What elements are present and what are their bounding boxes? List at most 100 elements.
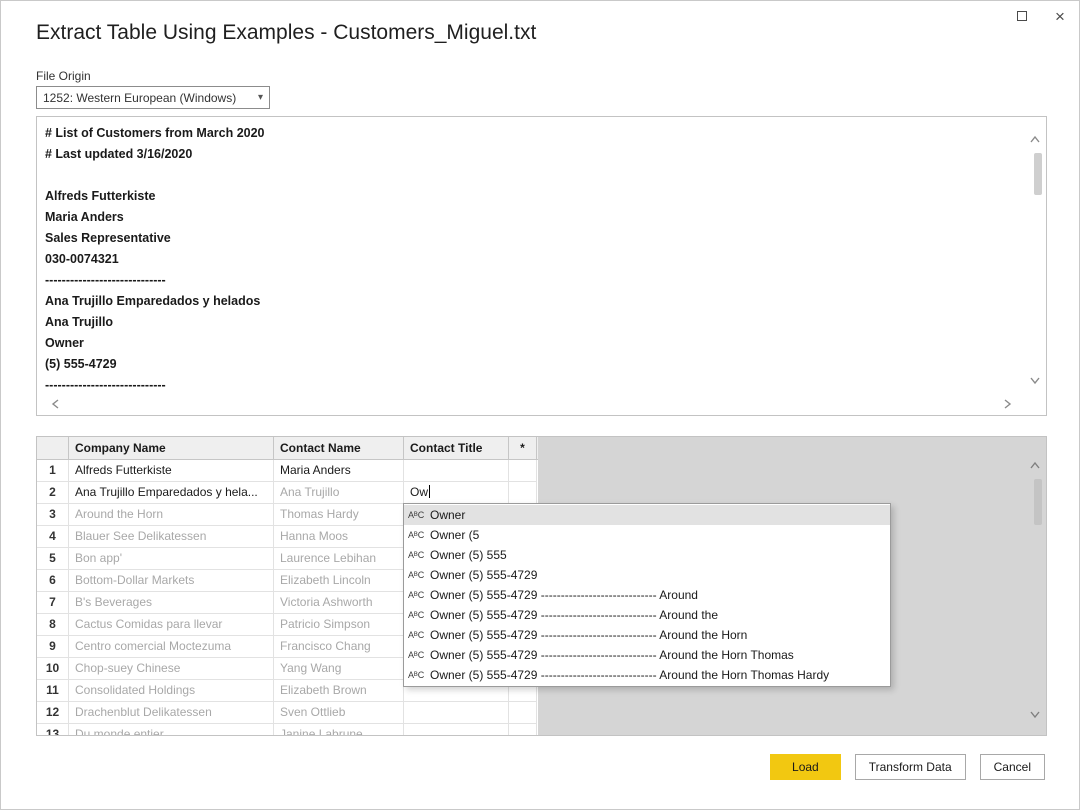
contact-name-cell[interactable]: Victoria Ashworth [274,592,404,614]
file-origin-dropdown[interactable]: 1252: Western European (Windows) ▾ [36,86,270,109]
file-origin-label: File Origin [36,69,91,83]
suggestion-item[interactable]: AᴮCOwner (5) 555-4729 ------------------… [404,625,890,645]
scroll-right-icon[interactable] [1000,397,1014,411]
company-name-cell[interactable]: Alfreds Futterkiste [69,460,274,482]
contact-name-cell[interactable]: Elizabeth Lincoln [274,570,404,592]
scroll-down-icon[interactable] [1028,707,1042,721]
row-number: 3 [37,504,69,526]
company-name-cell[interactable]: Drachenblut Delikatessen [69,702,274,724]
suggestion-item[interactable]: AᴮCOwner (5) 555-4729 ------------------… [404,605,890,625]
contact-name-cell[interactable]: Hanna Moos [274,526,404,548]
suggestion-label: Owner (5) 555-4729 ---------------------… [430,628,747,642]
scroll-up-icon[interactable] [1028,459,1042,473]
suggestion-item[interactable]: AᴮCOwner (5) 555-4729 [404,565,890,585]
company-name-cell[interactable]: Bottom-Dollar Markets [69,570,274,592]
transform-data-button[interactable]: Transform Data [855,754,966,780]
suggestions-popup: AᴮCOwnerAᴮCOwner (5AᴮCOwner (5) 555AᴮCOw… [403,503,891,687]
abc-text-type-icon: AᴮC [408,610,430,620]
suggestion-item[interactable]: AᴮCOwner (5) 555-4729 ------------------… [404,585,890,605]
preview-line: Ana Trujillo Emparedados y helados [45,291,1022,312]
window-controls: × [1011,5,1071,27]
column-header-contact-name[interactable]: Contact Name [274,437,404,459]
text-caret [429,485,430,498]
preview-line: ----------------------------- [45,375,1022,393]
contact-name-cell[interactable]: Patricio Simpson [274,614,404,636]
suggestion-label: Owner (5) 555-4729 ---------------------… [430,608,718,622]
preview-line: Maria Anders [45,207,1022,228]
dialog-title: Extract Table Using Examples - Customers… [36,21,536,45]
row-number: 7 [37,592,69,614]
company-name-cell[interactable]: Cactus Comidas para llevar [69,614,274,636]
load-button[interactable]: Load [770,754,841,780]
scroll-up-icon[interactable] [1028,133,1042,147]
company-name-cell[interactable]: Blauer See Delikatessen [69,526,274,548]
preview-line: Ana Trujillo [45,312,1022,333]
add-column-cell[interactable] [509,482,537,504]
company-name-cell[interactable]: Ana Trujillo Emparedados y hela... [69,482,274,504]
row-number: 12 [37,702,69,724]
column-header-company-name[interactable]: Company Name [69,437,274,459]
abc-text-type-icon: AᴮC [408,590,430,600]
add-column-cell[interactable] [509,460,537,482]
preview-line: # List of Customers from March 2020 [45,123,1022,144]
scroll-left-icon[interactable] [49,397,63,411]
company-name-cell[interactable]: Consolidated Holdings [69,680,274,702]
contact-title-cell[interactable] [404,724,509,736]
row-number-header [37,437,69,459]
contact-name-cell[interactable]: Janine Labrune [274,724,404,736]
suggestion-label: Owner (5) 555-4729 [430,568,537,582]
close-button[interactable]: × [1049,5,1071,27]
abc-text-type-icon: AᴮC [408,530,430,540]
contact-name-cell[interactable]: Yang Wang [274,658,404,680]
suggestion-label: Owner (5 [430,528,479,542]
table-row: 12Drachenblut DelikatessenSven Ottlieb [37,702,538,724]
contact-title-cell[interactable] [404,702,509,724]
company-name-cell[interactable]: Around the Horn [69,504,274,526]
row-number: 11 [37,680,69,702]
abc-text-type-icon: AᴮC [408,570,430,580]
abc-text-type-icon: AᴮC [408,650,430,660]
suggestion-item[interactable]: AᴮCOwner (5) 555 [404,545,890,565]
suggestion-item[interactable]: AᴮCOwner (5) 555-4729 ------------------… [404,665,890,685]
suggestion-item[interactable]: AᴮCOwner (5) 555-4729 ------------------… [404,645,890,665]
abc-text-type-icon: AᴮC [408,510,430,520]
maximize-button[interactable] [1011,5,1033,27]
company-name-cell[interactable]: Chop-suey Chinese [69,658,274,680]
contact-name-cell[interactable]: Maria Anders [274,460,404,482]
preview-line: 030-0074321 [45,249,1022,270]
row-number: 6 [37,570,69,592]
preview-line: Alfreds Futterkiste [45,186,1022,207]
add-column-cell[interactable] [509,702,537,724]
contact-name-cell[interactable]: Elizabeth Brown [274,680,404,702]
abc-text-type-icon: AᴮC [408,670,430,680]
company-name-cell[interactable]: Bon app' [69,548,274,570]
contact-name-cell[interactable]: Ana Trujillo [274,482,404,504]
maximize-icon [1017,11,1027,21]
suggestion-item[interactable]: AᴮCOwner (5 [404,525,890,545]
row-number: 5 [37,548,69,570]
table-row: 13Du monde entier...Janine Labrune [37,724,538,736]
table-row: 2Ana Trujillo Emparedados y hela...Ana T… [37,482,538,504]
column-header-contact-title[interactable]: Contact Title [404,437,509,459]
contact-name-cell[interactable]: Francisco Chang [274,636,404,658]
row-number: 1 [37,460,69,482]
contact-name-cell[interactable]: Laurence Lebihan [274,548,404,570]
cancel-button[interactable]: Cancel [980,754,1045,780]
vertical-scrollbar-thumb[interactable] [1034,479,1042,525]
company-name-cell[interactable]: B's Beverages [69,592,274,614]
suggestion-label: Owner (5) 555-4729 ---------------------… [430,588,698,602]
company-name-cell[interactable]: Centro comercial Moctezuma [69,636,274,658]
vertical-scrollbar-thumb[interactable] [1034,153,1042,195]
add-column-cell[interactable] [509,724,537,736]
preview-line: Sales Representative [45,228,1022,249]
contact-title-cell[interactable] [404,460,509,482]
company-name-cell[interactable]: Du monde entier... [69,724,274,736]
row-number: 2 [37,482,69,504]
column-header-add-column[interactable]: * [509,437,537,459]
contact-title-cell[interactable]: Ow [404,482,509,504]
suggestion-item[interactable]: AᴮCOwner [404,505,890,525]
table-header: Company Name Contact Name Contact Title … [37,437,538,460]
contact-name-cell[interactable]: Sven Ottlieb [274,702,404,724]
contact-name-cell[interactable]: Thomas Hardy [274,504,404,526]
scroll-down-icon[interactable] [1028,373,1042,387]
